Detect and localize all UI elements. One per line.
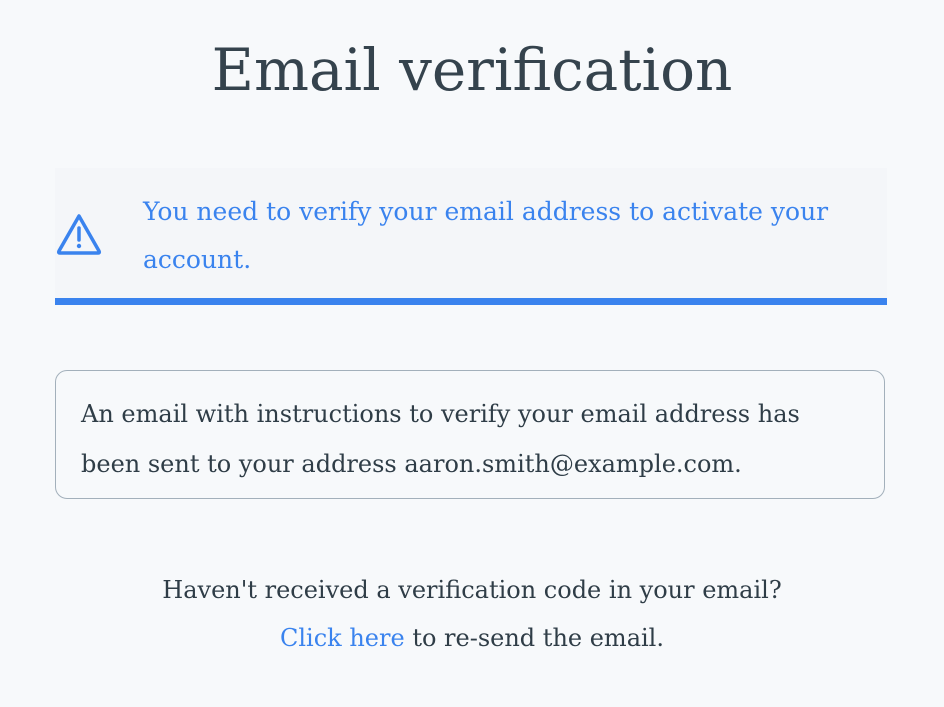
resend-suffix: to re-send the email. (404, 624, 664, 652)
resend-link[interactable]: Click here (280, 624, 405, 652)
email-verification-page: Email verification You need to verify yo… (0, 0, 944, 707)
warning-triangle-icon (55, 212, 103, 256)
warning-alert: You need to verify your email address to… (55, 168, 887, 305)
resend-prompt: Haven't received a verification code in … (162, 576, 782, 604)
info-message: An email with instructions to verify you… (81, 400, 800, 478)
resend-line: Click here to re-send the email. (0, 614, 944, 662)
alert-message: You need to verify your email address to… (143, 197, 829, 274)
page-title: Email verification (211, 36, 733, 104)
info-box: An email with instructions to verify you… (55, 370, 885, 499)
resend-section: Haven't received a verification code in … (0, 566, 944, 662)
